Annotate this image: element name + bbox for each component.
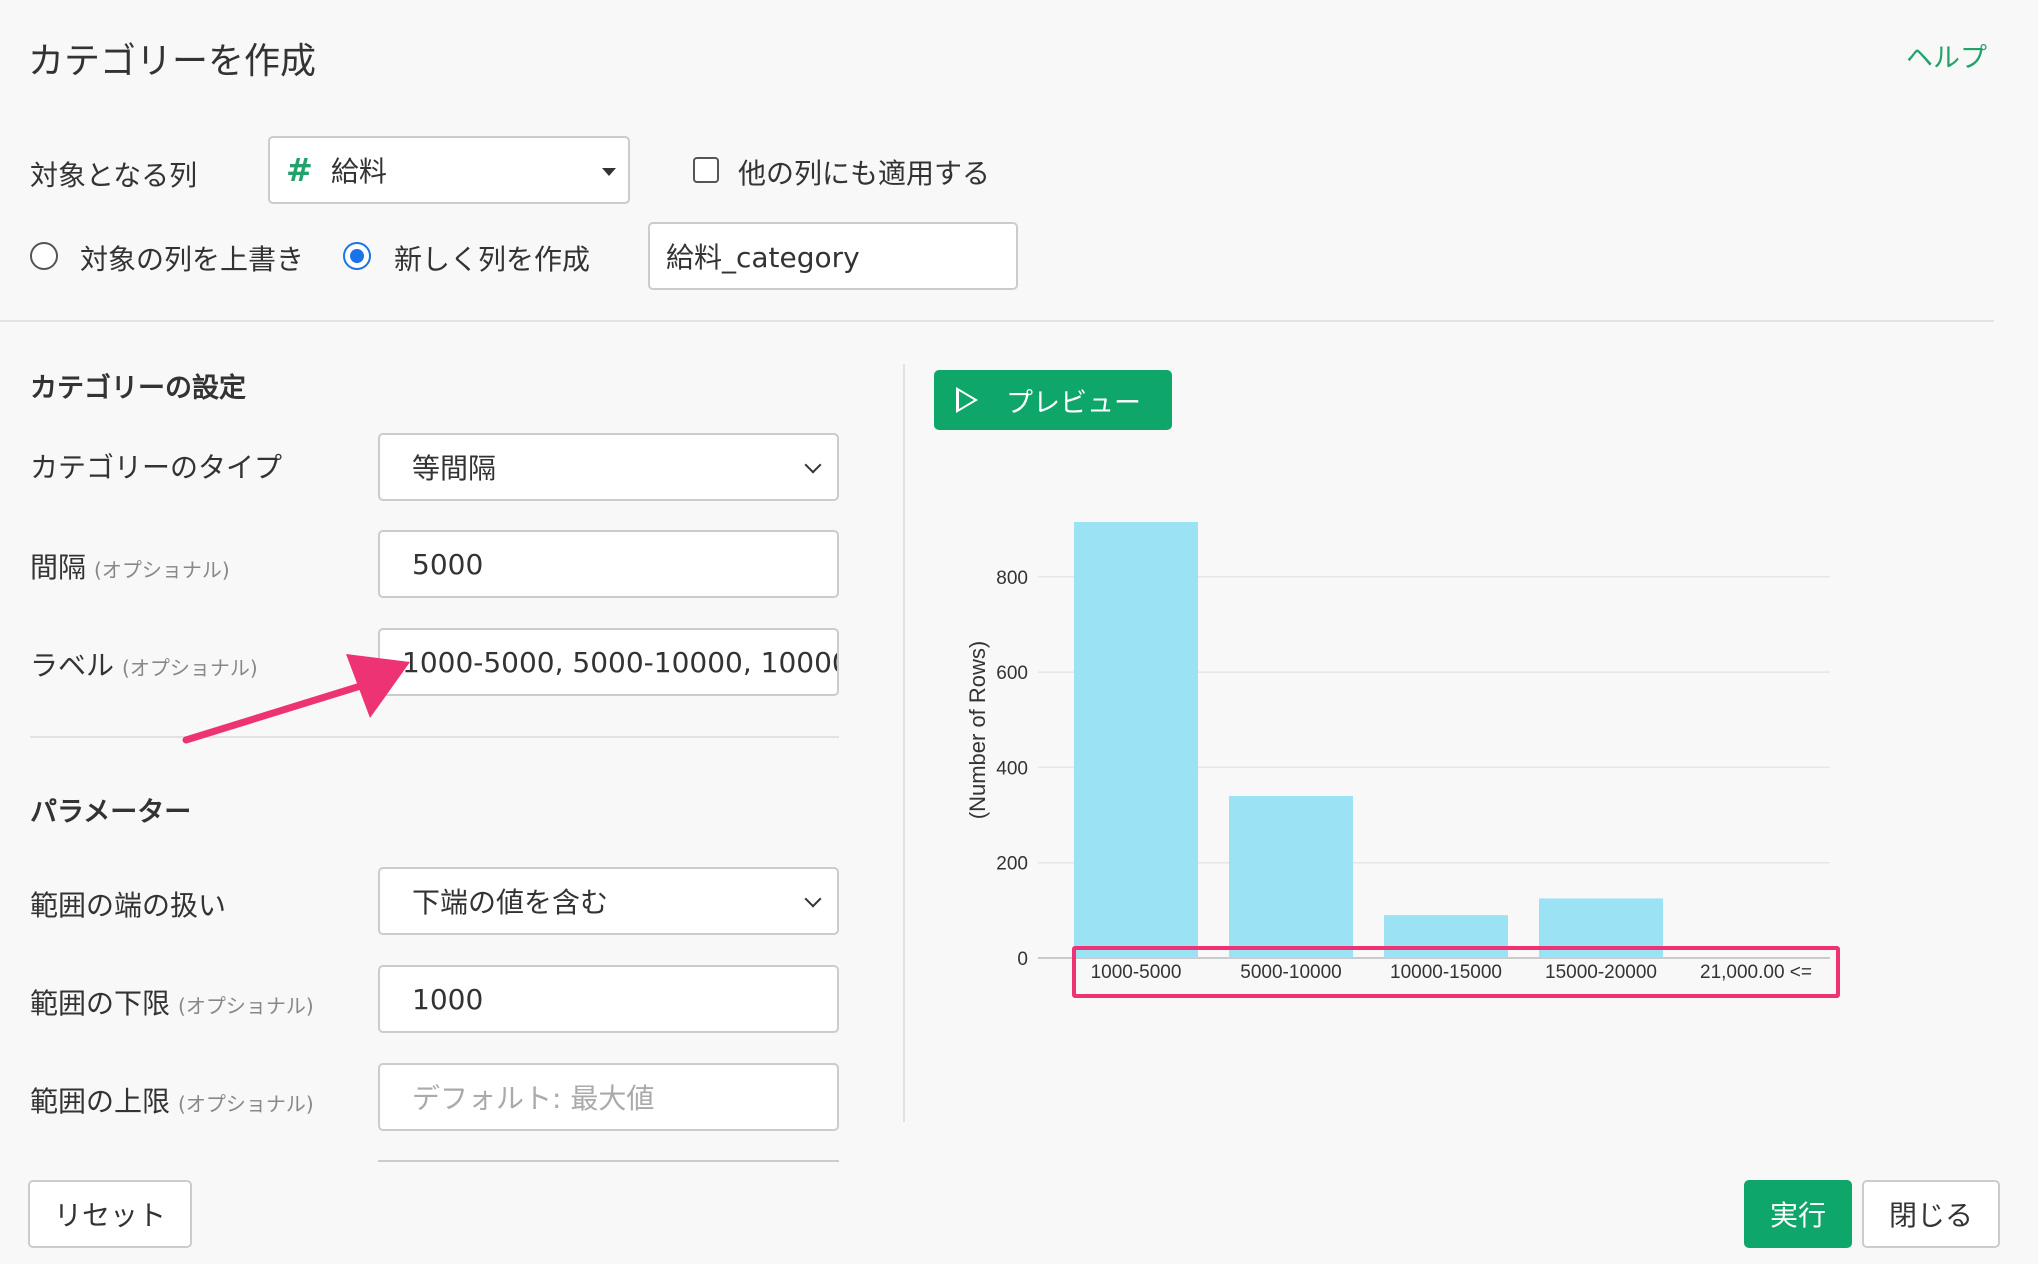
target-column-value: 給料: [330, 155, 387, 188]
apply-other-checkbox[interactable]: [693, 157, 719, 183]
overwrite-radio[interactable]: [30, 242, 58, 270]
settings-divider: [30, 736, 839, 738]
chart-y-ticks: 0 200 400 600 800: [996, 568, 1028, 970]
y-tick-label: 200: [996, 854, 1028, 875]
parameters-title: パラメーター: [30, 797, 192, 828]
close-button[interactable]: 閉じる: [1862, 1180, 2000, 1248]
upper-placeholder: デフォルト: 最大値: [412, 1082, 655, 1115]
upper-label-text: 範囲の上限: [30, 1085, 171, 1118]
lower-bound-label: 範囲の下限 (オプショナル): [30, 982, 314, 1022]
y-tick-label: 400: [996, 758, 1028, 779]
upper-bound-input[interactable]: デフォルト: 最大値: [378, 1063, 839, 1131]
target-column-label: 対象となる列: [30, 159, 198, 192]
lower-optional: (オプショナル): [178, 994, 314, 1018]
upper-bound-label: 範囲の上限 (オプショナル): [30, 1080, 314, 1120]
category-type-label: カテゴリーのタイプ: [30, 451, 283, 484]
bar: [1229, 795, 1353, 958]
edge-label: 範囲の端の扱い: [30, 889, 227, 922]
interval-value: 5000: [412, 547, 484, 581]
label-input[interactable]: 1000-5000, 5000-10000, 10000-: [378, 628, 839, 696]
next-field-edge: [378, 1160, 839, 1162]
new-column-radio[interactable]: [343, 242, 371, 270]
interval-input[interactable]: 5000: [378, 530, 839, 598]
y-tick-label: 800: [996, 568, 1028, 589]
edge-value: 下端の値を含む: [412, 886, 609, 919]
edge-select[interactable]: 下端の値を含む: [378, 867, 839, 935]
lower-label-text: 範囲の下限: [30, 987, 171, 1020]
target-column-select[interactable]: # 給料: [268, 136, 630, 204]
panel-divider: [903, 364, 905, 1122]
y-tick-label: 600: [996, 663, 1028, 684]
preview-button-label: プレビュー: [1006, 387, 1141, 419]
annotation-arrow-icon: [182, 654, 410, 744]
reset-button[interactable]: リセット: [28, 1180, 192, 1248]
header-divider: [0, 320, 1994, 322]
interval-label: 間隔 (オプショナル): [30, 546, 230, 586]
chevron-down-icon: [804, 456, 822, 474]
new-column-label: 新しく列を作成: [394, 243, 591, 276]
category-settings-title: カテゴリーの設定: [30, 373, 246, 404]
run-button[interactable]: 実行: [1744, 1180, 1852, 1248]
category-type-select[interactable]: 等間隔: [378, 433, 839, 501]
annotation-highlight-box: [1072, 946, 1840, 998]
hash-icon: #: [286, 151, 313, 189]
apply-other-label: 他の列にも適用する: [738, 157, 991, 190]
bar: [1074, 522, 1198, 958]
upper-optional: (オプショナル): [178, 1092, 314, 1116]
dialog-title: カテゴリーを作成: [28, 41, 317, 82]
caret-down-icon: [602, 168, 616, 176]
label-value: 1000-5000, 5000-10000, 10000-: [402, 645, 839, 679]
new-column-name-input[interactable]: 給料_category: [648, 222, 1018, 290]
chevron-down-icon: [804, 890, 822, 908]
interval-label-text: 間隔: [30, 551, 87, 584]
chart-y-axis-label: (Number of Rows): [965, 641, 990, 819]
category-type-value: 等間隔: [412, 452, 497, 485]
new-column-name-value: 給料_category: [666, 241, 860, 274]
preview-button[interactable]: プレビュー: [934, 370, 1172, 430]
overwrite-label: 対象の列を上書き: [80, 243, 305, 276]
y-tick-label: 0: [1017, 949, 1028, 970]
play-icon: [956, 387, 978, 413]
chart-bars: [1074, 522, 1663, 958]
interval-optional: (オプショナル): [94, 558, 230, 582]
lower-bound-input[interactable]: 1000: [378, 965, 839, 1033]
help-link[interactable]: ヘルプ: [1906, 36, 1987, 75]
lower-value: 1000: [412, 982, 484, 1016]
label-label-text: ラベル: [30, 649, 115, 682]
